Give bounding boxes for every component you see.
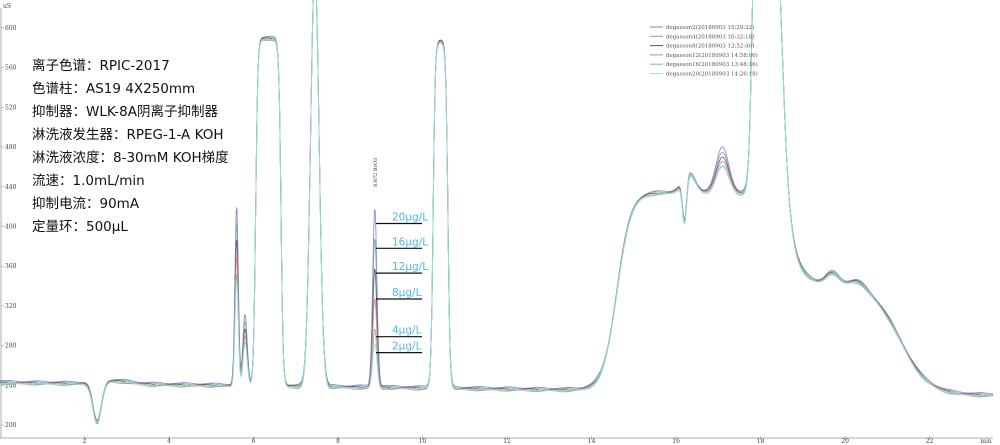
legend-entry: degasson2(20180903 15:29:22)	[666, 24, 754, 31]
x-tick-label: 6	[252, 438, 256, 445]
concentration-label: 8μg/L	[392, 287, 422, 299]
condition-line: 流速：1.0mL/min	[32, 173, 145, 189]
chromatogram-figure: 2 4 6 8 10 12 14 16 18 20 22 min 200 240 280 320 360 400 4…	[0, 0, 1000, 445]
condition-line: 定量环：500μL	[32, 219, 128, 235]
y-tick-label: 280	[5, 343, 17, 350]
x-tick-label: 22	[926, 438, 934, 445]
method-conditions: 离子色谱：RPIC-2017 色谱柱：AS19 4X250mm 抑制器：WLK-…	[32, 55, 229, 239]
y-tick-label: 360	[5, 263, 17, 270]
concentration-annotations: 20μg/L 16μg/L 12μg/L 8μg/L 4μg/L 2μg/L 8.872 B…	[373, 158, 428, 354]
x-unit-label: min	[980, 438, 992, 445]
legend-entry: degasson20(20180903 14:26:18)	[666, 71, 758, 78]
legend-entry: degasson4(20180903 16:32:18)	[666, 33, 754, 40]
legend-entry: degasson12(20180903 14:58:06)	[666, 52, 758, 59]
condition-line: 离子色谱：RPIC-2017	[32, 58, 170, 74]
y-tick-label: 400	[5, 223, 17, 230]
concentration-label: 20μg/L	[392, 211, 428, 223]
legend: degasson2(20180903 15:29:22) degasson4(20…	[650, 24, 758, 78]
x-tick-label: 18	[757, 438, 765, 445]
legend-entry: degasson16(20180903 13:48:16)	[666, 61, 758, 68]
x-tick-label: 10	[419, 438, 427, 445]
x-tick-label: 8	[336, 438, 340, 445]
y-unit-label: uS	[3, 3, 11, 10]
y-tick-label: 200	[5, 422, 17, 429]
x-tick-label: 2	[83, 438, 87, 445]
condition-line: 抑制器：WLK-8A阴离子抑制器	[32, 104, 219, 120]
x-tick-label: 4	[167, 438, 171, 445]
condition-line: 淋洗液发生器：RPEG-1-A KOH	[32, 127, 224, 143]
y-tick-label: 600	[5, 25, 17, 32]
peak-label: 8.872 BrO3	[373, 158, 379, 187]
concentration-label: 16μg/L	[392, 236, 428, 248]
condition-line: 抑制电流：90mA	[32, 196, 140, 212]
y-tick-label: 320	[5, 303, 17, 310]
y-tick-label: 560	[5, 65, 17, 72]
legend-entry: degasson8(20180903 12:52:40)	[666, 43, 754, 50]
x-tick-label: 14	[588, 438, 596, 445]
y-tick-label: 480	[5, 144, 17, 151]
condition-line: 色谱柱：AS19 4X250mm	[32, 81, 196, 97]
concentration-label: 4μg/L	[392, 325, 422, 337]
x-tick-label: 12	[503, 438, 511, 445]
x-tick-label: 20	[841, 438, 849, 445]
concentration-label: 12μg/L	[392, 261, 428, 273]
concentration-label: 2μg/L	[392, 341, 422, 353]
x-tick-label: 16	[672, 438, 680, 445]
y-tick-label: 440	[5, 184, 17, 191]
y-tick-label: 520	[5, 104, 17, 111]
condition-line: 淋洗液浓度：8-30mM KOH梯度	[32, 150, 229, 166]
